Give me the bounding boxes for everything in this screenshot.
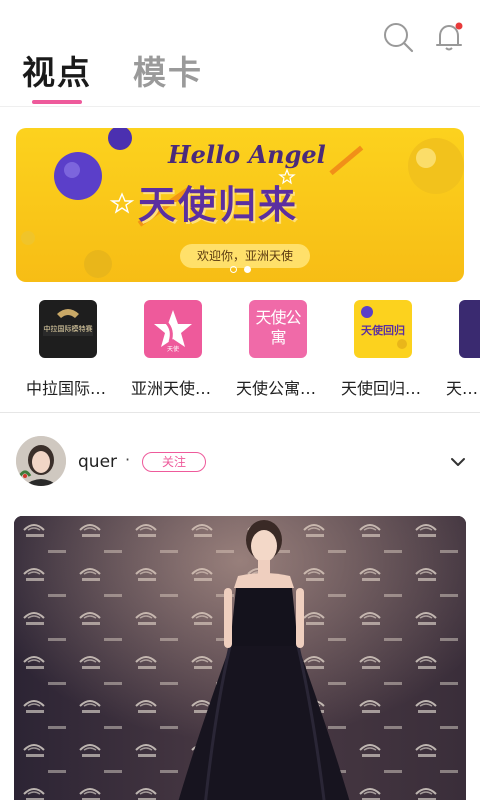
channel-thumb-text: 中拉国际模特赛 (43, 325, 93, 333)
top-header: 视点 模卡 (0, 0, 480, 106)
notification-button[interactable] (432, 20, 466, 54)
banner-script-text: Hello Angel (168, 140, 326, 169)
channel-item[interactable]: 天使 亚洲天使… (131, 298, 231, 402)
channel-thumb-text: 天使 (166, 346, 179, 353)
channel-label: 天… (446, 379, 479, 398)
channel-thumbnail (459, 300, 480, 358)
channel-thumbnail: 天使回归 (354, 300, 412, 358)
channel-thumb-text: 天使回归 (361, 324, 405, 337)
tab-viewpoint[interactable]: 视点 (22, 46, 92, 94)
notification-badge (455, 22, 463, 30)
search-icon (384, 23, 414, 53)
pagination-dot (230, 266, 237, 273)
red-carpet-photo (14, 516, 466, 800)
pagination-dot-active (244, 266, 251, 273)
post-header: quer · 关注 (0, 436, 480, 488)
channel-item[interactable]: 天使回归 天使回归… (341, 298, 441, 402)
avatar[interactable] (16, 436, 66, 486)
channel-item[interactable]: 天… (446, 298, 480, 402)
expand-button[interactable] (448, 454, 468, 470)
channel-thumbnail: 天使 (144, 300, 202, 358)
follow-button[interactable]: 关注 (142, 452, 206, 472)
section-divider (0, 412, 480, 413)
channel-label: 亚洲天使… (131, 379, 212, 398)
post-image[interactable] (14, 516, 466, 800)
active-tab-indicator (32, 100, 82, 104)
channel-thumb-text: 天使公寓 (255, 308, 301, 347)
header-divider (0, 106, 480, 107)
channel-label: 天使公寓… (236, 379, 317, 398)
chevron-down-icon (451, 458, 465, 466)
bell-icon (436, 22, 463, 51)
tab-model-card[interactable]: 模卡 (133, 46, 203, 94)
search-button[interactable] (381, 20, 415, 54)
channel-item[interactable]: 天使公寓 天使公寓… (236, 298, 336, 402)
channel-item[interactable]: 中拉国际模特赛 中拉国际… (26, 298, 126, 402)
username[interactable]: quer (78, 452, 117, 472)
banner-pagination (228, 266, 258, 274)
channel-label: 中拉国际… (26, 379, 107, 398)
channel-thumbnail: 中拉国际模特赛 (39, 300, 97, 358)
channel-thumbnail: 天使公寓 (249, 300, 307, 358)
separator-dot: · (125, 450, 131, 469)
channel-label: 天使回归… (341, 379, 422, 398)
banner-title: 天使归来 (138, 183, 299, 227)
channel-row: 中拉国际模特赛 中拉国际… 天使 亚洲天使… 天使公寓 天使公寓… 天使回归 天… (0, 298, 480, 402)
banner-subtitle: 欢迎你，亚洲天使 (180, 244, 310, 268)
